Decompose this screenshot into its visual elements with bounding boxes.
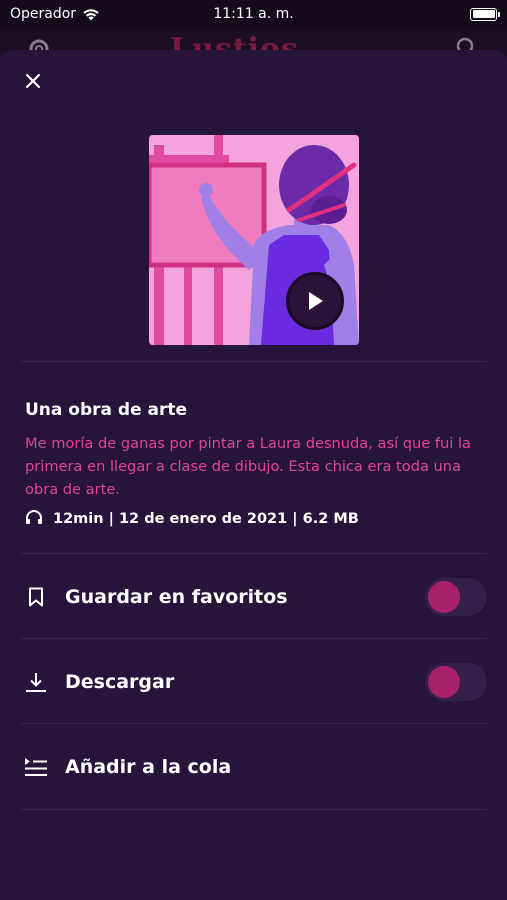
queue-icon bbox=[24, 755, 48, 779]
download-label: Descargar bbox=[65, 670, 175, 693]
download-toggle[interactable] bbox=[425, 662, 487, 701]
episode-title: Una obra de arte bbox=[25, 400, 188, 420]
close-button[interactable] bbox=[20, 70, 46, 96]
queue-label: Añadir a la cola bbox=[65, 755, 232, 778]
episode-meta: 12min | 12 de enero de 2021 | 6.2 MB bbox=[25, 509, 359, 529]
toggle-knob bbox=[428, 580, 460, 613]
play-icon bbox=[305, 290, 325, 312]
close-icon bbox=[25, 73, 41, 93]
play-button[interactable] bbox=[286, 272, 344, 330]
headphones-icon bbox=[25, 509, 43, 529]
divider bbox=[20, 361, 487, 362]
wifi-icon bbox=[82, 8, 100, 21]
toggle-knob bbox=[428, 665, 460, 698]
bookmark-icon bbox=[24, 585, 48, 609]
favorites-toggle[interactable] bbox=[425, 577, 487, 616]
status-left: Operador bbox=[10, 6, 100, 22]
download-row[interactable]: Descargar bbox=[0, 639, 507, 724]
episode-meta-text: 12min | 12 de enero de 2021 | 6.2 MB bbox=[53, 511, 359, 527]
battery-level bbox=[472, 10, 495, 18]
favorites-row[interactable]: Guardar en favoritos bbox=[0, 554, 507, 639]
battery-icon bbox=[470, 7, 500, 21]
add-to-queue-row[interactable]: Añadir a la cola bbox=[0, 724, 507, 809]
episode-detail-sheet: Una obra de arte Me moría de ganas por p… bbox=[0, 50, 507, 900]
episode-description: Me moría de ganas por pintar a Laura des… bbox=[25, 435, 471, 498]
status-bar: Operador 11:11 a. m. bbox=[0, 0, 507, 28]
episode-cover-image bbox=[149, 135, 359, 345]
favorites-label: Guardar en favoritos bbox=[65, 585, 288, 608]
download-icon bbox=[24, 670, 48, 694]
carrier-label: Operador bbox=[10, 6, 77, 22]
divider bbox=[20, 809, 487, 810]
